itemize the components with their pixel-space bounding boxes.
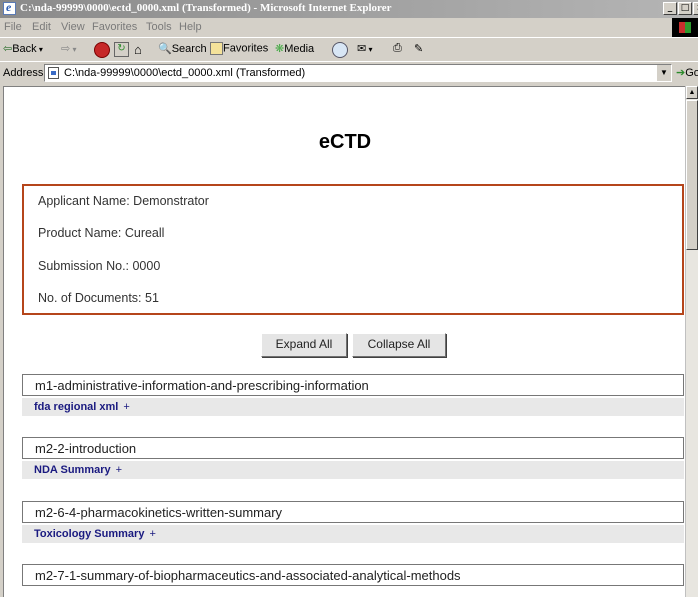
window-title: C:\nda-99999\0000\ectd_0000.xml (Transfo… — [20, 2, 392, 14]
scroll-up-button[interactable]: ▲ — [686, 86, 698, 99]
forward-arrow-icon: ⇨ — [61, 43, 71, 55]
page-title: eCTD — [318, 131, 372, 153]
scroll-thumb[interactable] — [686, 100, 698, 250]
expand-plus-icon[interactable]: + — [149, 528, 155, 540]
home-button[interactable]: ⌂ — [134, 42, 142, 57]
collapse-all-button[interactable]: Collapse All — [352, 333, 446, 357]
close-button[interactable]: × — [693, 2, 698, 15]
document-icon — [48, 67, 59, 79]
vertical-scrollbar[interactable]: ▲ — [685, 86, 698, 597]
section-header[interactable]: m2-6-4-pharmacokinetics-written-summary — [22, 501, 684, 523]
document-count: No. of Documents: 51 — [38, 291, 159, 305]
media-icon: ❋ — [275, 43, 285, 55]
minimize-button[interactable]: _ — [663, 2, 677, 15]
edit-icon: ✎ — [414, 43, 424, 55]
maximize-button[interactable]: □ — [678, 2, 692, 15]
back-button[interactable]: ⇦Back ▾ — [3, 42, 43, 55]
mail-icon: ✉ — [357, 43, 367, 55]
back-arrow-icon: ⇦ — [3, 43, 13, 55]
section-link-row: NDA Summary + — [22, 461, 684, 479]
section-link[interactable]: fda regional xml + — [34, 401, 130, 413]
menu-help[interactable]: Help — [179, 21, 202, 33]
chevron-down-icon: ▾ — [366, 45, 373, 54]
menu-edit[interactable]: Edit — [32, 21, 51, 33]
refresh-icon: ↻ — [114, 42, 129, 57]
go-arrow-icon: ➔ — [676, 67, 686, 79]
address-bar: Address C:\nda-99999\0000\ectd_0000.xml … — [0, 61, 698, 86]
section-header[interactable]: m2-2-introduction — [22, 437, 684, 459]
section-header[interactable]: m2-7-1-summary-of-biopharmaceutics-and-a… — [22, 564, 684, 586]
chevron-down-icon: ▾ — [70, 45, 77, 54]
section-title: m2-2-introduction — [35, 441, 137, 456]
menu-view[interactable]: View — [61, 21, 85, 33]
windows-logo-icon — [672, 18, 698, 37]
stop-icon — [94, 42, 110, 58]
page-content: eCTD Applicant Name: Demonstrator Produc… — [3, 86, 685, 597]
search-button[interactable]: 🔍Search — [158, 42, 207, 55]
menu-favorites[interactable]: Favorites — [92, 21, 137, 33]
menu-file[interactable]: File — [4, 21, 22, 33]
section-link[interactable]: Toxicology Summary + — [34, 528, 156, 540]
address-input[interactable]: C:\nda-99999\0000\ectd_0000.xml (Transfo… — [44, 64, 672, 82]
chevron-down-icon: ▾ — [36, 45, 43, 54]
toolbar: ⇦Back ▾ ⇨ ▾ ↻ ⌂ 🔍Search Favorites ❋Media… — [0, 37, 698, 62]
submission-number: Submission No.: 0000 — [38, 259, 161, 273]
address-label: Address — [3, 67, 44, 79]
print-button[interactable]: ⎙ — [393, 42, 402, 55]
expand-plus-icon[interactable]: + — [116, 464, 122, 476]
section-link[interactable]: NDA Summary + — [34, 464, 122, 476]
history-icon — [332, 42, 348, 58]
expand-plus-icon[interactable]: + — [123, 401, 129, 413]
search-icon: 🔍 — [158, 43, 172, 55]
favorites-button[interactable]: Favorites — [210, 42, 268, 55]
menu-bar: File Edit View Favorites Tools Help — [0, 18, 698, 37]
address-value[interactable]: C:\nda-99999\0000\ectd_0000.xml (Transfo… — [64, 67, 305, 79]
section-header[interactable]: m1-administrative-information-and-prescr… — [22, 374, 684, 396]
forward-button[interactable]: ⇨ ▾ — [61, 42, 76, 55]
section-title: m2-6-4-pharmacokinetics-written-summary — [35, 505, 283, 520]
refresh-button[interactable]: ↻ — [114, 42, 129, 57]
menu-tools[interactable]: Tools — [146, 21, 172, 33]
product-name: Product Name: Cureall — [38, 226, 165, 240]
section-link-row: Toxicology Summary + — [22, 525, 684, 543]
expand-all-button[interactable]: Expand All — [261, 333, 347, 357]
home-icon: ⌂ — [134, 42, 142, 57]
favorites-icon — [210, 42, 223, 55]
address-dropdown-button[interactable]: ▼ — [656, 65, 671, 81]
submission-info-box: Applicant Name: Demonstrator Product Nam… — [22, 184, 684, 315]
internet-explorer-icon — [3, 0, 16, 15]
section-link-row: fda regional xml + — [22, 398, 684, 416]
history-button[interactable] — [332, 42, 348, 58]
mail-button[interactable]: ✉ ▾ — [357, 42, 372, 55]
print-icon: ⎙ — [393, 42, 402, 54]
section-title: m1-administrative-information-and-prescr… — [35, 378, 369, 393]
go-button[interactable]: ➔Go — [676, 66, 698, 79]
media-button[interactable]: ❋Media — [275, 42, 314, 55]
section-title: m2-7-1-summary-of-biopharmaceutics-and-a… — [35, 568, 461, 583]
stop-button[interactable] — [94, 42, 110, 58]
window-title-bar: C:\nda-99999\0000\ectd_0000.xml (Transfo… — [0, 0, 698, 18]
applicant-name: Applicant Name: Demonstrator — [38, 194, 209, 208]
edit-button[interactable]: ✎ — [414, 42, 423, 55]
